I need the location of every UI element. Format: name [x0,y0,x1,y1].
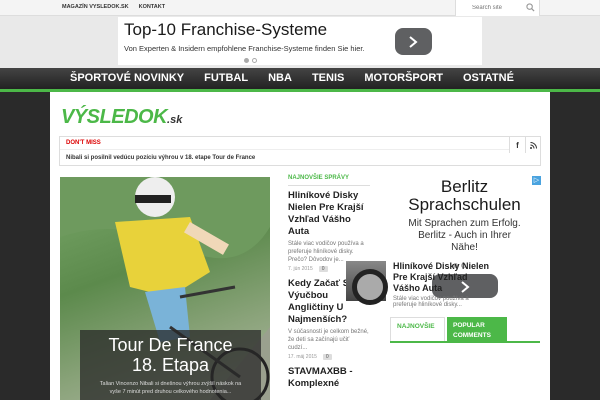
logo-main: VÝSLEDOK [61,106,168,128]
nav-item-ostatne[interactable]: OSTATNÉ [453,72,524,84]
site-logo[interactable]: VÝSLEDOK .sk [61,106,183,128]
logo-suffix: .sk [167,114,183,126]
tab-popular-comments[interactable]: POPULAR COMMENTS [447,317,507,341]
news-item[interactable]: Hliníkové Disky Nielen Pre Krajší Vzhľad… [288,190,370,272]
nav-item-nba[interactable]: NBA [258,72,302,84]
nav-item-motorsport[interactable]: MOTORŠPORT [354,72,453,84]
divider [288,185,370,186]
top-bar: MAGAZÍN VYSLEDOK.SK KONTAKT [0,0,600,16]
ad-subline: Von Experten & Insidern empfohlene Franc… [124,44,365,53]
comment-count[interactable]: 0 [322,354,332,360]
latest-news-header: NAJNOVŠIE SPRÁVY [288,175,350,181]
nav-item-tenis[interactable]: TENIS [302,72,354,84]
chevron-right-icon [409,36,418,48]
ad-next-button[interactable] [395,28,432,55]
nav-item-futbal[interactable]: FUTBAL [194,72,258,84]
top-ad-banner[interactable]: Top-10 Franchise-Systeme Von Experten & … [118,17,482,65]
rss-icon[interactable] [525,137,541,153]
hero-article[interactable]: Tour De France 18. Etapa Talian Vincenzo … [60,177,270,400]
sidebar-tabs: NAJNOVŠIE POPULAR COMMENTS [390,317,540,343]
news-desc: V súčasnosti je celkom bežné, že deti sa… [288,329,369,351]
popular-title[interactable]: Hliníkové Disky Nielen Pre Krajší Vzhľad… [393,261,493,294]
nav-item-sport-news[interactable]: ŠPORTOVÉ NOVINKY [60,72,194,84]
dont-miss-headline[interactable]: Nibali si posilnil vedúcu pozíciu výhrou… [66,155,255,161]
ad-headline: Top-10 Franchise-Systeme [124,20,328,39]
facebook-icon[interactable]: f [509,137,525,153]
hero-description: Talian Vincenzo Nibali si dnešnou výhrou… [99,381,242,395]
contact-link[interactable]: KONTAKT [139,4,165,10]
dont-miss-bar: DON'T MISS Nibali si posilnil vedúcu poz… [59,136,541,166]
news-title[interactable]: Hliníkové Disky Nielen Pre Krajší Vzhľad… [288,190,370,238]
hero-title[interactable]: Tour De France 18. Etapa [80,335,261,375]
main-nav: ŠPORTOVÉ NOVINKY FUTBAL NBA TENIS MOTORŠ… [0,68,600,92]
news-item[interactable]: STAVMAXBB - Komplexné [288,366,370,390]
hero-caption: Tour De France 18. Etapa Talian Vincenzo … [80,330,261,400]
content-wrapper: VÝSLEDOK .sk DON'T MISS Nibali si posiln… [50,92,550,400]
magazine-link[interactable]: MAGAZÍN VYSLEDOK.SK [62,4,129,10]
news-title[interactable]: STAVMAXBB - Komplexné [288,366,370,390]
news-meta: 17. máj 2015 0 [288,354,370,360]
dont-miss-label: DON'T MISS [66,140,101,146]
divider [60,149,509,150]
pager-dot[interactable] [252,58,257,63]
popular-desc: Stále viac vodičov používa a preferuje h… [393,296,469,308]
search-icon[interactable] [526,3,535,12]
search-input[interactable] [456,0,524,16]
ad-pager [244,58,257,63]
search-box [455,0,540,16]
top-links: MAGAZÍN VYSLEDOK.SK KONTAKT [62,4,165,10]
pager-dot[interactable] [244,58,249,63]
news-date: 7. jún 2015 [288,266,313,272]
news-date: 17. máj 2015 [288,354,317,360]
ad-headline: Berlitz Sprachschulen [408,177,521,214]
ad-subline: Mit Sprachen zum Erfolg. Berlitz - Auch i… [408,218,521,253]
tab-latest[interactable]: NAJNOVŠIE [390,317,445,341]
comment-count[interactable]: 0 [318,266,328,272]
article-thumbnail[interactable] [346,261,388,305]
